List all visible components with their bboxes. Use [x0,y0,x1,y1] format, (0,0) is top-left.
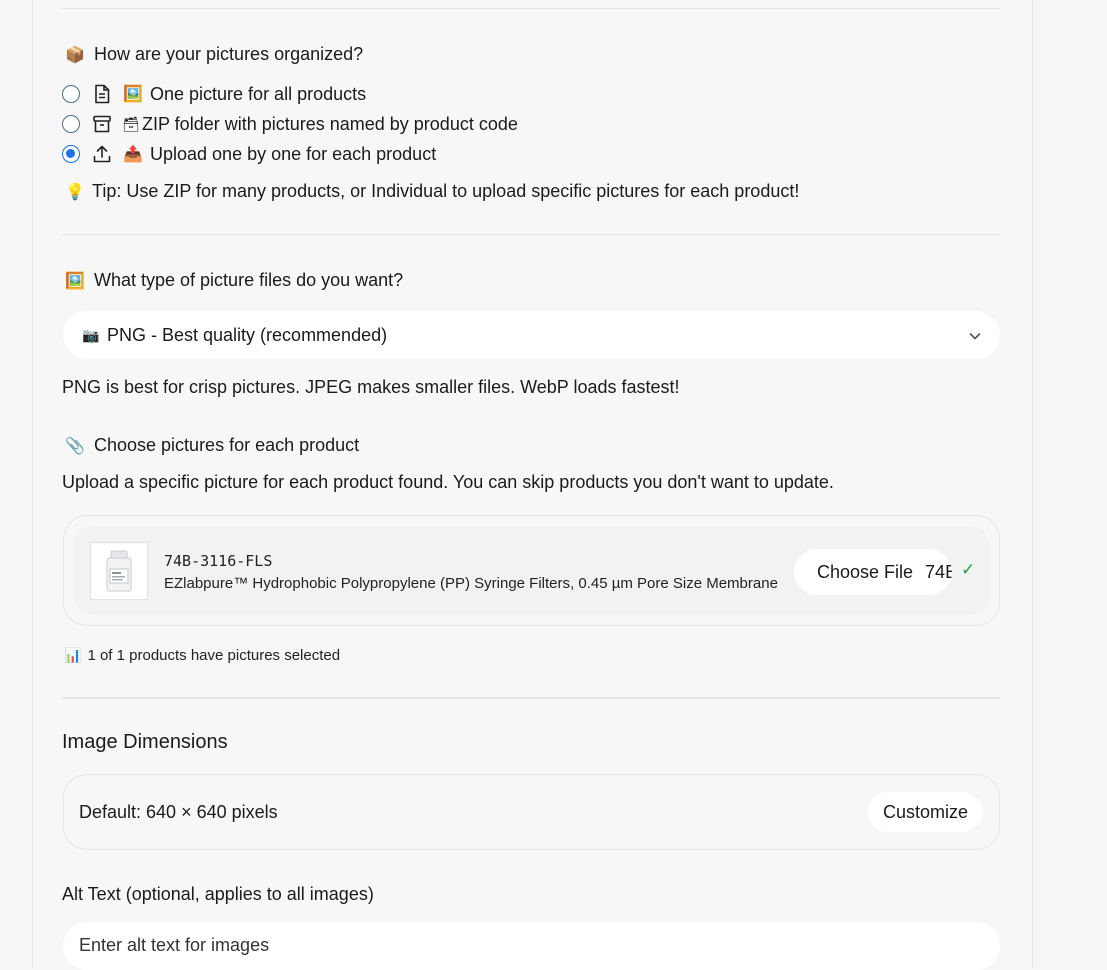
file-type-question-label: What type of picture files do you want? [94,270,404,290]
divider [62,697,1000,699]
default-dimensions: Default: 640 × 640 pixels [79,802,278,822]
document-icon [92,84,112,104]
picture-emoji: 🖼️ [65,272,85,290]
selected-file-name: 74B-3116-FLS.png [925,561,952,582]
outbox-emoji: 📤 [123,146,143,163]
camera-emoji: 📷 [82,326,100,343]
option-single-picture[interactable]: 🖼️ One picture for all products [62,81,366,107]
option-label: Upload one by one for each product [150,143,437,164]
radio-upload-individual[interactable] [62,145,80,163]
paperclip-emoji: 📎 [65,437,85,455]
option-upload-individual[interactable]: 📤 Upload one by one for each product [62,141,436,167]
chart-emoji: 📊 [64,647,82,663]
archive-icon [92,114,112,134]
radio-single-picture[interactable] [62,85,80,103]
package-emoji: 📦 [65,46,85,64]
choose-file-button[interactable]: Choose File [794,562,913,583]
organization-question: 📦 How are your pictures organized? [64,44,363,65]
file-input[interactable]: Choose File 74B-3116-FLS.png [794,549,952,595]
tip-text: Tip: Use ZIP for many products, or Indiv… [92,181,800,201]
customize-button[interactable]: Customize [867,792,983,832]
product-name: EZlabpure™ Hydrophobic Polypropylene (PP… [164,575,778,592]
picture-emoji: 🖼️ [123,86,143,103]
option-label: ZIP folder with pictures named by produc… [142,113,518,134]
lightbulb-emoji: 💡 [65,183,85,201]
file-type-help: PNG is best for crisp pictures. JPEG mak… [62,377,680,397]
alt-text-input[interactable]: Enter alt text for images [63,922,1000,970]
file-type-select[interactable]: 📷 PNG - Best quality (recommended) [63,311,1000,359]
product-upload-card: 74B-3116-FLS EZlabpure™ Hydrophobic Poly… [63,515,1000,626]
alt-text-label: Alt Text (optional, applies to all image… [62,884,374,904]
choose-pictures-title: 📎 Choose pictures for each product [64,435,359,456]
divider [62,234,1000,235]
tip: 💡 Tip: Use ZIP for many products, or Ind… [64,181,799,202]
chevron-down-icon [968,327,982,348]
choose-pictures-title-label: Choose pictures for each product [94,435,360,455]
image-dimensions-title: Image Dimensions [62,731,228,753]
check-icon: ✓ [961,560,976,579]
product-thumbnail [90,542,148,600]
dimensions-card: Default: 640 × 640 pixels Customize [63,774,1000,850]
choose-pictures-description: Upload a specific picture for each produ… [62,472,834,492]
option-label: One picture for all products [150,83,367,104]
divider [62,8,1000,9]
option-zip-folder[interactable]: 🗃 ZIP folder with pictures named by prod… [62,111,518,137]
upload-icon [92,144,112,164]
product-sku: 74B-3116-FLS [164,552,273,570]
selection-count-text: 1 of 1 products have pictures selected [87,647,341,664]
selection-count: 📊 1 of 1 products have pictures selected [64,647,340,664]
file-type-question: 🖼️ What type of picture files do you wan… [64,270,403,291]
file-type-selected: PNG - Best quality (recommended) [107,324,388,345]
organization-question-label: How are your pictures organized? [94,44,364,64]
card-index-emoji: 🗃 [122,115,140,132]
radio-zip-folder[interactable] [62,115,80,133]
